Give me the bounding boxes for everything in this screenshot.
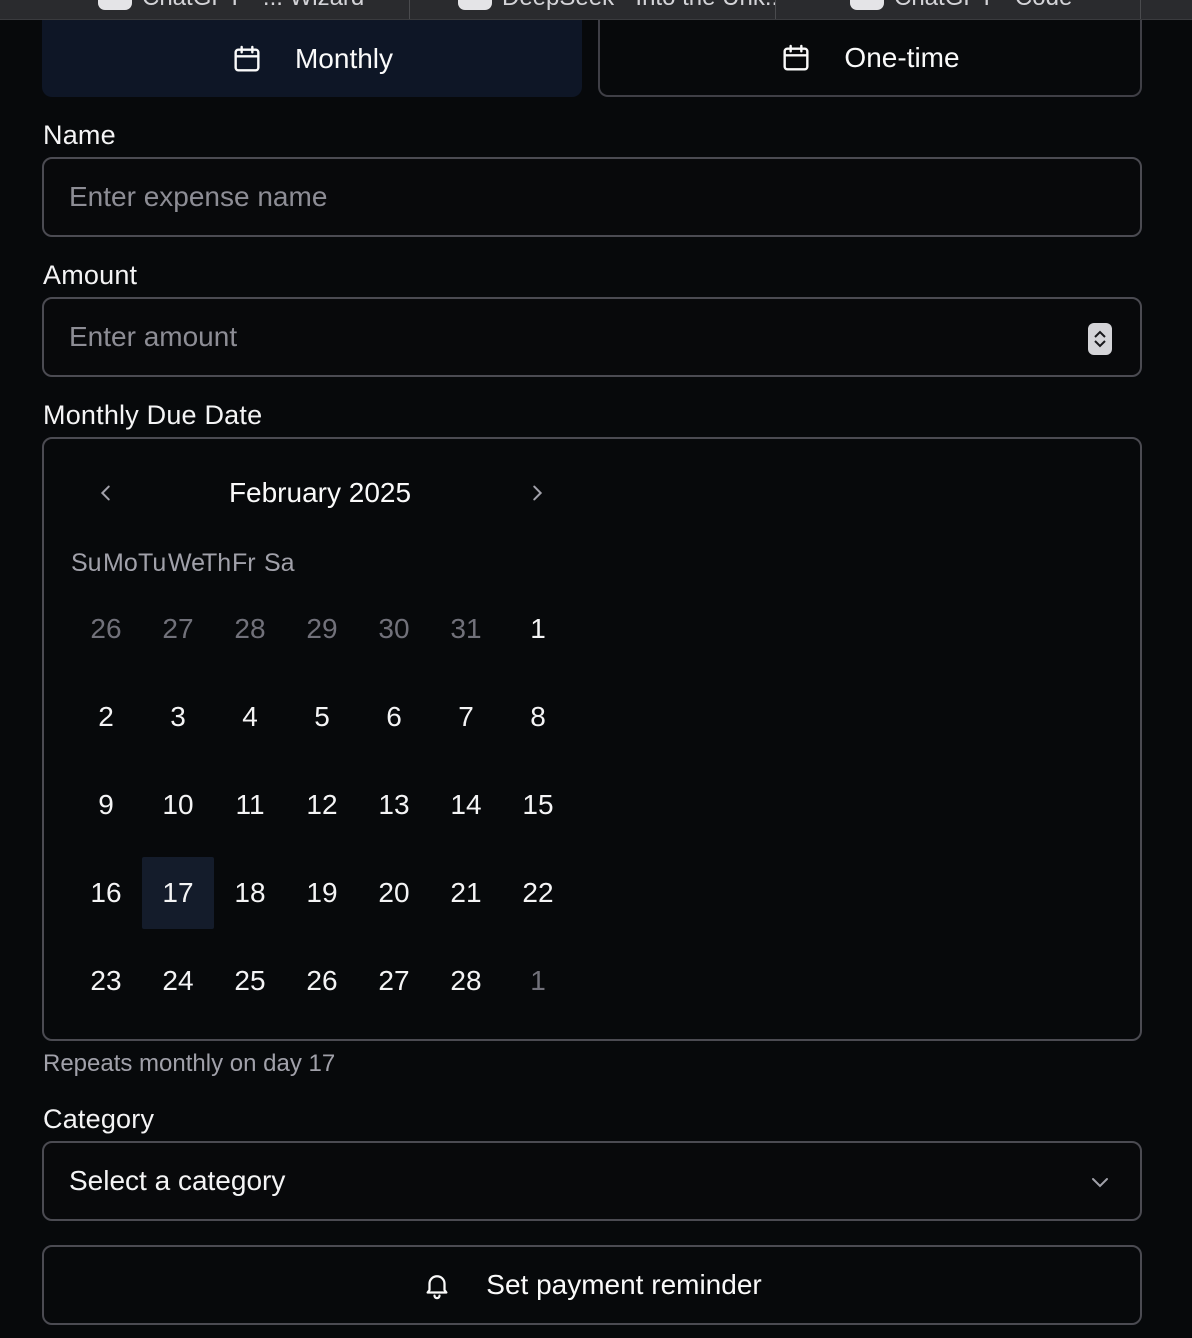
calendar-week-row: 16 17 18 19 20 21 22 <box>70 857 574 945</box>
category-select-value: Select a category <box>69 1165 286 1196</box>
calendar-day[interactable]: 21 <box>430 857 502 929</box>
one-time-mode-label: One-time <box>844 41 960 73</box>
calendar-day[interactable]: 25 <box>214 945 286 1017</box>
calendar-day[interactable]: 19 <box>286 857 358 929</box>
repeat-hint: Repeats monthly on day 17 <box>43 1050 336 1077</box>
next-month-button[interactable] <box>519 475 555 511</box>
browser-tab-label: ChatGPT - Code <box>894 0 1072 10</box>
calendar-day-outside[interactable]: 29 <box>286 593 358 665</box>
calendar-day[interactable]: 6 <box>358 681 430 753</box>
name-input[interactable] <box>69 181 969 213</box>
calendar-day[interactable]: 4 <box>214 681 286 753</box>
calendar-day[interactable]: 15 <box>502 769 574 841</box>
calendar-day-outside[interactable]: 27 <box>142 593 214 665</box>
calendar-month-title: February 2025 <box>228 477 412 508</box>
weekday-label: Mo <box>103 549 138 577</box>
calendar-day-outside[interactable]: 28 <box>214 593 286 665</box>
bell-icon <box>426 1275 448 1300</box>
category-label: Category <box>43 1104 155 1134</box>
browser-tab-1[interactable]: ChatGPT - ... Wizard <box>0 0 410 19</box>
chevron-right-icon <box>533 485 543 501</box>
calendar-week-row: 2345678 <box>70 681 574 769</box>
calendar-day[interactable]: 12 <box>286 769 358 841</box>
calendar-day-outside[interactable]: 30 <box>358 593 430 665</box>
set-payment-reminder-label: Set payment reminder <box>486 1269 762 1300</box>
browser-tab-label: ChatGPT - ... Wizard <box>142 0 364 10</box>
date-picker: February 2025 Su Mo Tu We Th Fr Sa 26 27 2… <box>42 437 1142 1041</box>
amount-stepper[interactable] <box>1088 323 1112 355</box>
chevron-down-icon <box>1092 1178 1108 1188</box>
name-label: Name <box>43 120 116 150</box>
weekday-header: Su Mo Tu We Th Fr Sa <box>71 549 296 578</box>
calendar-day[interactable]: 2 <box>70 681 142 753</box>
name-field-container <box>42 157 1142 237</box>
browser-tab-strip: ChatGPT - ... Wizard DeepSeek - Into the… <box>0 0 1192 20</box>
calendar-day[interactable]: 5 <box>286 681 358 753</box>
deepseek-icon <box>458 0 492 10</box>
amount-input[interactable] <box>69 321 969 353</box>
calendar-day[interactable]: 18 <box>214 857 286 929</box>
calendar-week-row: 26 27 28 29 30 31 1 <box>70 593 574 681</box>
category-select[interactable]: Select a category <box>42 1141 1142 1221</box>
calendar-day-outside[interactable]: 1 <box>502 945 574 1017</box>
weekday-label: Su <box>71 549 102 577</box>
calendar-day[interactable]: 9 <box>70 769 142 841</box>
calendar-icon <box>783 44 809 71</box>
weekday-label: Sa <box>264 549 295 577</box>
calendar-day[interactable]: 26 <box>286 945 358 1017</box>
browser-tab-label: DeepSeek - Into the Unk... <box>502 0 775 10</box>
browser-tab-2[interactable]: DeepSeek - Into the Unk... <box>410 0 776 19</box>
calendar-day-selected[interactable]: 17 <box>142 857 214 929</box>
weekday-label: Th <box>202 549 232 577</box>
openai-icon <box>850 0 884 10</box>
chevron-up-icon <box>1094 330 1106 338</box>
calendar-day[interactable]: 20 <box>358 857 430 929</box>
calendar-day[interactable]: 14 <box>430 769 502 841</box>
monthly-mode-button[interactable]: Monthly <box>42 20 582 97</box>
calendar-day-outside[interactable]: 26 <box>70 593 142 665</box>
weekday-label: Tu <box>138 549 167 577</box>
calendar-day[interactable]: 27 <box>358 945 430 1017</box>
weekday-label: Fr <box>232 549 256 577</box>
calendar-day[interactable]: 24 <box>142 945 214 1017</box>
amount-label: Amount <box>43 260 138 290</box>
chevron-down-icon <box>1094 340 1106 348</box>
openai-icon <box>98 0 132 10</box>
calendar-day[interactable]: 16 <box>70 857 142 929</box>
amount-field-container <box>42 297 1142 377</box>
calendar-day-grid: 26 27 28 29 30 31 1 2 3 4 5 6 7 8 9 10 11 12 13 14 15 16 17 18 1… <box>70 593 574 1033</box>
weekday-label: We <box>168 549 206 577</box>
calendar-week-row: 9 10 11 12 13 14 15 <box>70 769 574 857</box>
calendar-day[interactable]: 8 <box>502 681 574 753</box>
calendar-day[interactable]: 3 <box>142 681 214 753</box>
calendar-icon <box>234 45 260 72</box>
browser-tab-3[interactable]: ChatGPT - Code <box>776 0 1141 19</box>
due-date-label: Monthly Due Date <box>43 400 263 430</box>
calendar-day[interactable]: 13 <box>358 769 430 841</box>
calendar-day[interactable]: 28 <box>430 945 502 1017</box>
calendar-day[interactable]: 22 <box>502 857 574 929</box>
calendar-day[interactable]: 11 <box>214 769 286 841</box>
one-time-mode-button[interactable]: One-time <box>598 20 1142 97</box>
calendar-day-outside[interactable]: 31 <box>430 593 502 665</box>
calendar-day[interactable]: 10 <box>142 769 214 841</box>
monthly-mode-label: Monthly <box>294 42 394 74</box>
calendar-week-row: 23 24 25 26 27 28 1 <box>70 945 574 1033</box>
set-payment-reminder-button[interactable]: Set payment reminder <box>42 1245 1142 1325</box>
calendar-day[interactable]: 7 <box>430 681 502 753</box>
calendar-day[interactable]: 1 <box>502 593 574 665</box>
calendar-day[interactable]: 23 <box>70 945 142 1017</box>
